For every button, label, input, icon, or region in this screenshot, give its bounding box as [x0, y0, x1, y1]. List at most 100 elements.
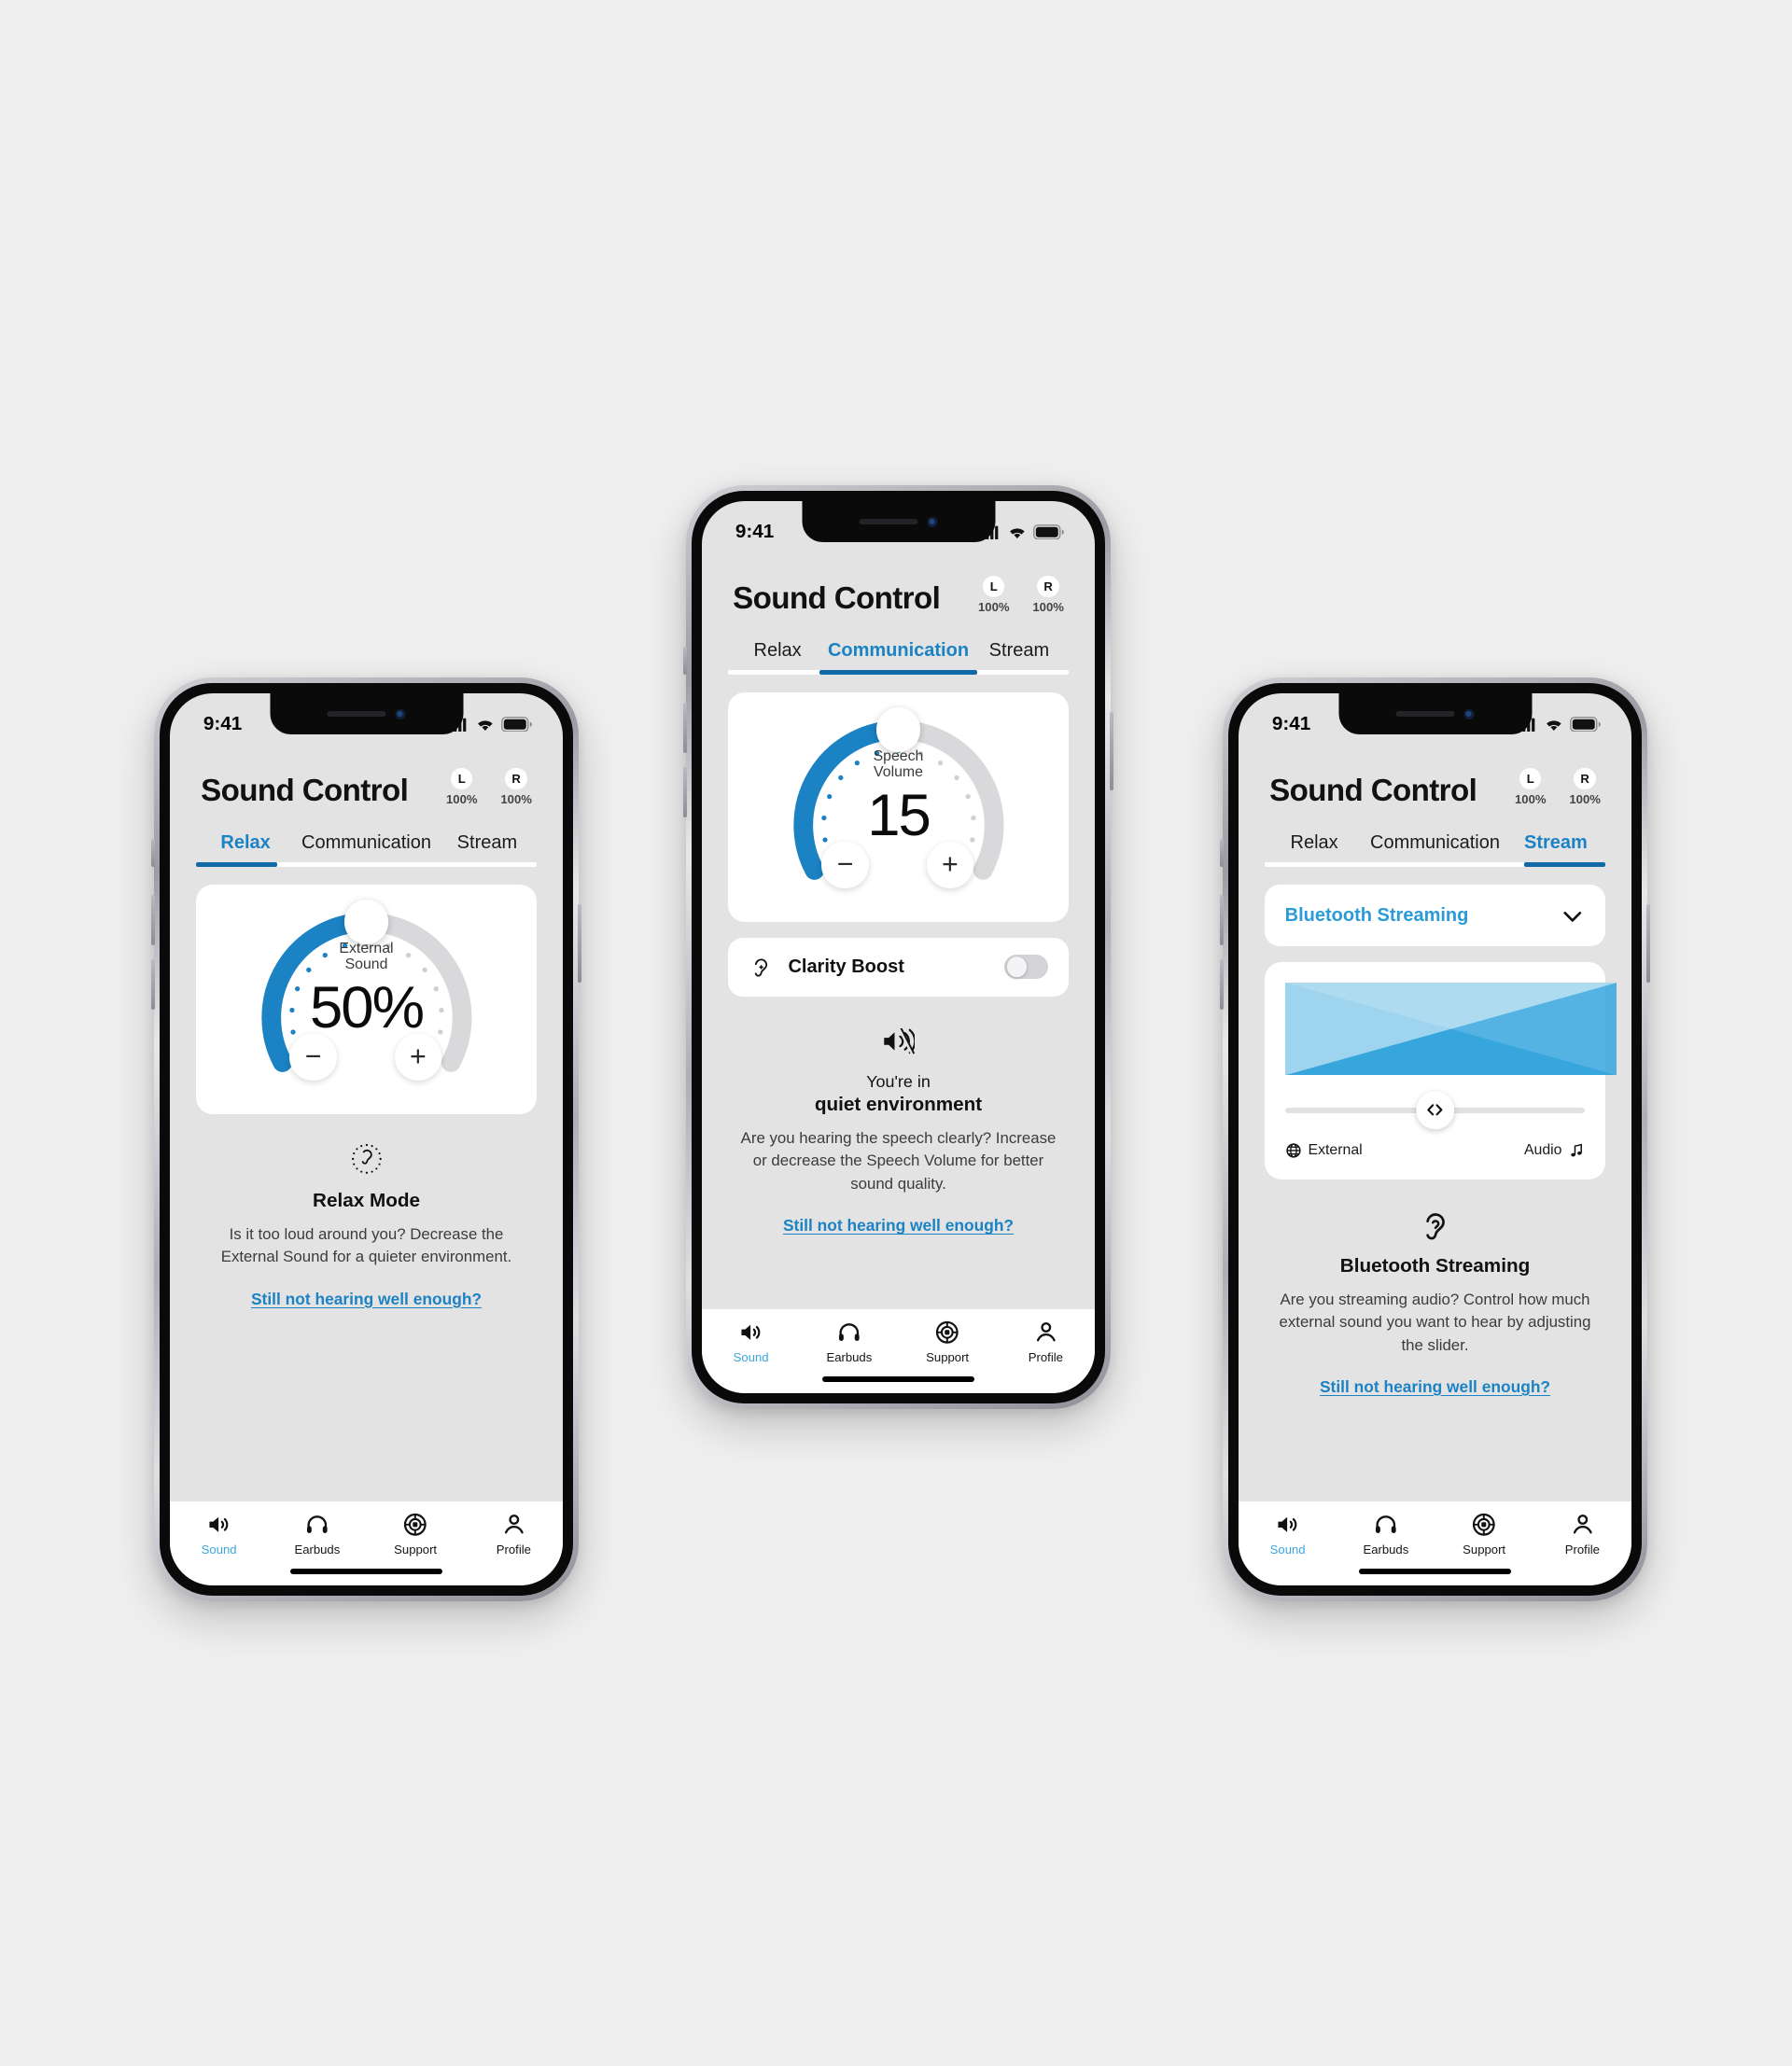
tab-communication[interactable]: Communication	[1362, 832, 1508, 854]
earbud-battery-percent: 100%	[978, 600, 1010, 615]
source-dropdown[interactable]: Bluetooth Streaming	[1264, 885, 1606, 947]
chevron-down-icon	[1563, 911, 1581, 922]
person-icon	[1573, 1514, 1592, 1534]
tabbar-item-profile[interactable]: Profile	[1533, 1512, 1631, 1556]
help-link[interactable]: Still not hearing well enough?	[783, 1216, 1014, 1235]
tab-underline-track	[1264, 862, 1606, 867]
tab-active-indicator	[819, 670, 977, 675]
tab-underline-track	[727, 670, 1070, 675]
display-notch	[1337, 693, 1533, 735]
earbud-side-badge: L	[1519, 768, 1542, 790]
mix-slider[interactable]	[1284, 1090, 1586, 1130]
tabbar-item-sound[interactable]: Sound	[1239, 1512, 1337, 1556]
display-notch	[269, 693, 464, 735]
decrease-button[interactable]: −	[821, 842, 869, 889]
headphones-icon	[836, 1319, 862, 1346]
page-title: Sound Control	[201, 774, 409, 809]
earbud-battery-group: L 100% R 100%	[978, 576, 1064, 614]
help-link[interactable]: Still not hearing well enough?	[1320, 1377, 1550, 1397]
decrease-button[interactable]: −	[289, 1034, 337, 1082]
tabbar-item-earbuds[interactable]: Earbuds	[800, 1319, 898, 1364]
clarity-boost-toggle[interactable]	[1004, 955, 1049, 980]
tabbar-item-sound[interactable]: Sound	[702, 1319, 800, 1364]
speaker-icon	[209, 1516, 229, 1532]
clarity-boost-row[interactable]: Clarity Boost	[727, 937, 1070, 998]
battery-full-icon	[1569, 716, 1601, 733]
earbud-battery-r: R 100%	[1569, 768, 1601, 806]
app-header: Sound Control L 100% R 100%	[170, 747, 563, 806]
earbud-battery-l: L 100%	[1515, 768, 1547, 806]
speaker-icon	[741, 1324, 761, 1340]
person-icon	[1033, 1319, 1059, 1346]
earbud-battery-percent: 100%	[1032, 600, 1064, 615]
tabbar-label: Profile	[1564, 1542, 1600, 1556]
headphones-icon	[839, 1322, 860, 1341]
speaker-icon	[1275, 1512, 1301, 1538]
volume-dial[interactable]: External Sound 50% − +	[232, 898, 501, 1091]
headphones-icon	[1376, 1515, 1396, 1533]
mix-triangles	[1284, 983, 1617, 1076]
phone-screen-stream: 9:41 Sound Control L 100% R 100% Relax C…	[1239, 693, 1631, 1585]
tabbar-item-earbuds[interactable]: Earbuds	[1337, 1512, 1435, 1556]
battery-full-icon	[1569, 716, 1601, 733]
music-note-icon	[1571, 1143, 1583, 1157]
earbud-battery-percent: 100%	[1569, 792, 1601, 807]
tab-communication[interactable]: Communication	[825, 640, 972, 662]
wifi-icon	[1545, 718, 1563, 732]
tabbar-item-sound[interactable]: Sound	[170, 1512, 268, 1556]
clarity-boost-label: Clarity Boost	[788, 956, 904, 977]
person-icon	[1570, 1512, 1596, 1538]
mix-slider-handle[interactable]	[1415, 1090, 1455, 1130]
tab-relax[interactable]: Relax	[198, 832, 293, 854]
display-notch	[801, 501, 996, 543]
earbud-battery-percent: 100%	[446, 792, 478, 807]
volume-dial[interactable]: Speech Volume 15 − +	[764, 705, 1033, 899]
tabbar-label: Support	[1463, 1542, 1506, 1556]
mix-visualisation	[1284, 983, 1617, 1076]
tabbar-item-support[interactable]: Support	[367, 1512, 465, 1556]
lifebuoy-icon	[1471, 1512, 1497, 1538]
tabbar-item-support[interactable]: Support	[899, 1319, 997, 1364]
earbud-side-badge: R	[1037, 576, 1059, 598]
tab-active-indicator	[1523, 862, 1606, 867]
earbud-battery-r: R 100%	[500, 768, 532, 806]
tab-relax[interactable]: Relax	[730, 640, 825, 662]
info-title: You're in quiet environment	[735, 1071, 1061, 1118]
tabbar-label: Earbuds	[1363, 1542, 1409, 1556]
ear-clarity-icon	[754, 958, 767, 977]
sound-waves-icon	[883, 1028, 916, 1056]
info-description: Is it too loud around you? Decrease the …	[220, 1224, 512, 1266]
bottom-tab-bar: Sound Earbuds Support Profile	[170, 1501, 563, 1569]
lifebuoy-icon	[402, 1512, 428, 1538]
mix-legend-external-label: External	[1308, 1142, 1363, 1159]
tabbar-item-profile[interactable]: Profile	[465, 1512, 563, 1556]
phone-bezel: 9:41 Sound Control L 100% R 100% Relax C…	[692, 491, 1105, 1403]
info-block: Relax Mode Is it too loud around you? De…	[170, 1114, 563, 1309]
tabbar-label: Sound	[1269, 1542, 1306, 1556]
tab-stream[interactable]: Stream	[1508, 832, 1603, 854]
earbud-battery-group: L 100% R 100%	[1515, 768, 1601, 806]
tab-stream[interactable]: Stream	[440, 832, 535, 854]
home-indicator	[1358, 1568, 1512, 1574]
earbud-battery-percent: 100%	[1515, 792, 1547, 807]
tab-communication[interactable]: Communication	[293, 832, 440, 854]
phone-bezel: 9:41 Sound Control L 100% R 100% Relax C…	[1228, 683, 1642, 1596]
chevron-down-icon[interactable]	[1560, 903, 1586, 929]
tabbar-label: Sound	[733, 1349, 769, 1364]
tabbar-label: Profile	[1028, 1349, 1063, 1364]
info-block: Bluetooth Streaming Are you streaming au…	[1239, 1180, 1631, 1397]
wifi-icon	[1547, 719, 1561, 731]
tab-stream[interactable]: Stream	[972, 640, 1067, 662]
earbud-battery-percent: 100%	[500, 792, 532, 807]
tabbar-item-earbuds[interactable]: Earbuds	[268, 1512, 366, 1556]
tabbar-item-support[interactable]: Support	[1435, 1512, 1533, 1556]
help-link[interactable]: Still not hearing well enough?	[251, 1290, 482, 1309]
wifi-icon	[476, 718, 495, 732]
lifebuoy-icon	[404, 1513, 427, 1536]
dial-card: Speech Volume 15 − +	[727, 692, 1070, 923]
page-title: Sound Control	[733, 581, 941, 617]
tab-relax[interactable]: Relax	[1267, 832, 1362, 854]
tabbar-item-profile[interactable]: Profile	[997, 1319, 1095, 1364]
ear-relax-icon	[351, 1144, 382, 1175]
music-note-icon	[1568, 1142, 1585, 1159]
